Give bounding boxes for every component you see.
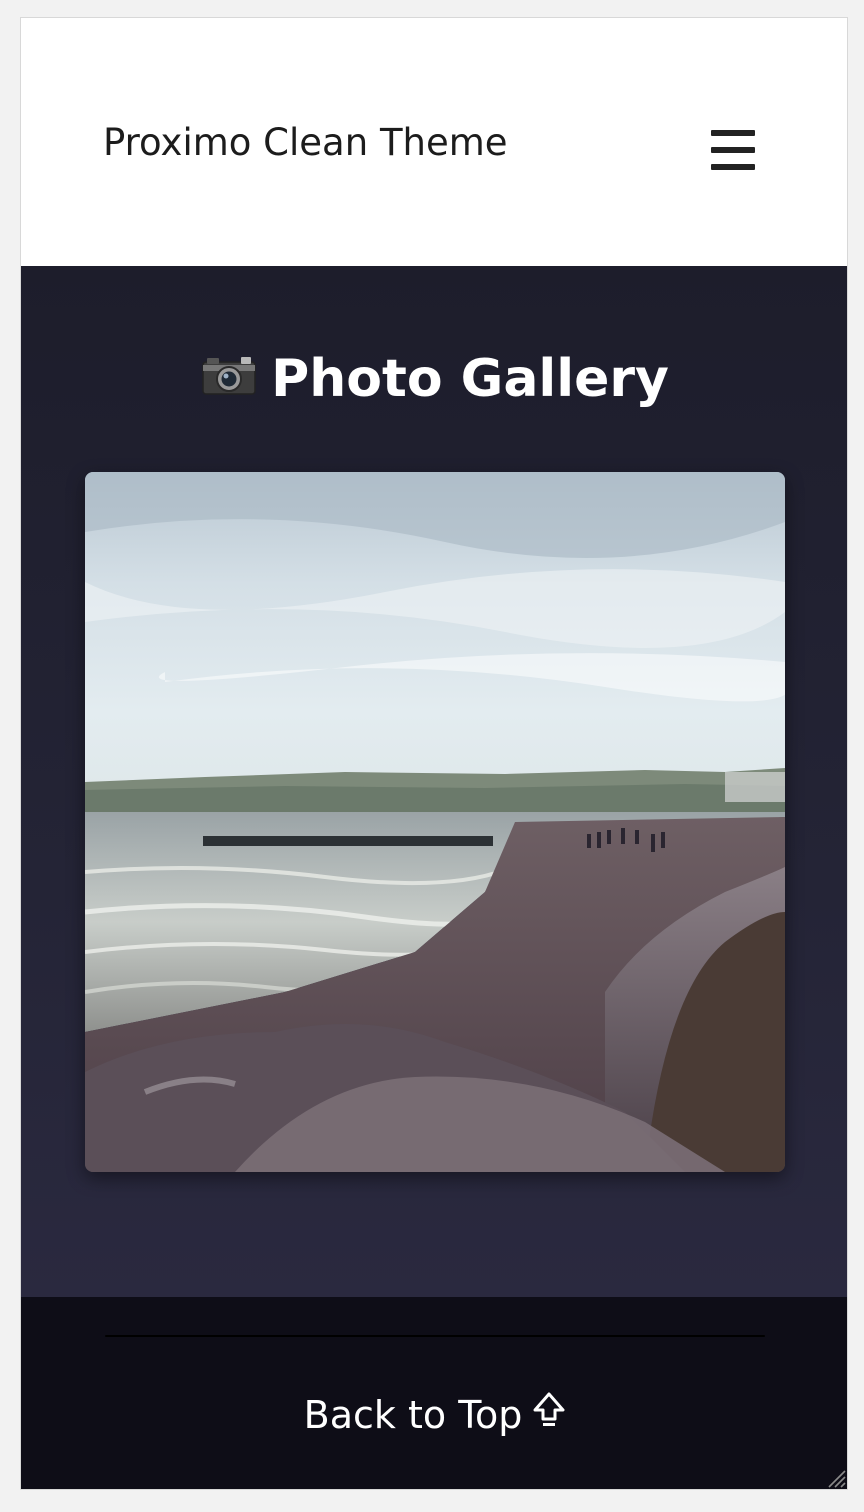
hamburger-menu-bar: [711, 164, 755, 170]
up-arrow-icon: [532, 1390, 566, 1442]
back-to-top-label: Back to Top: [303, 1393, 523, 1437]
site-footer: Back to Top: [21, 1297, 847, 1489]
browser-viewport: Proximo Clean Theme Photo Gallery Back t…: [20, 17, 848, 1490]
site-title[interactable]: Proximo Clean Theme: [103, 118, 508, 168]
hamburger-menu-button[interactable]: [709, 128, 757, 172]
hamburger-menu-bar: [711, 147, 755, 153]
beach-photo-image: [85, 472, 785, 1172]
site-header: Proximo Clean Theme: [21, 18, 847, 266]
gallery-title: Photo Gallery: [271, 348, 669, 409]
footer-divider: [105, 1335, 765, 1337]
camera-icon: [201, 347, 257, 411]
back-to-top-link[interactable]: Back to Top: [21, 1389, 847, 1442]
gallery-photo[interactable]: [85, 472, 785, 1172]
hamburger-menu-icon: [711, 130, 755, 136]
resize-grip-icon[interactable]: [825, 1467, 847, 1489]
gallery-heading: Photo Gallery: [21, 347, 847, 411]
photo-gallery-section: Photo Gallery: [21, 266, 847, 1297]
